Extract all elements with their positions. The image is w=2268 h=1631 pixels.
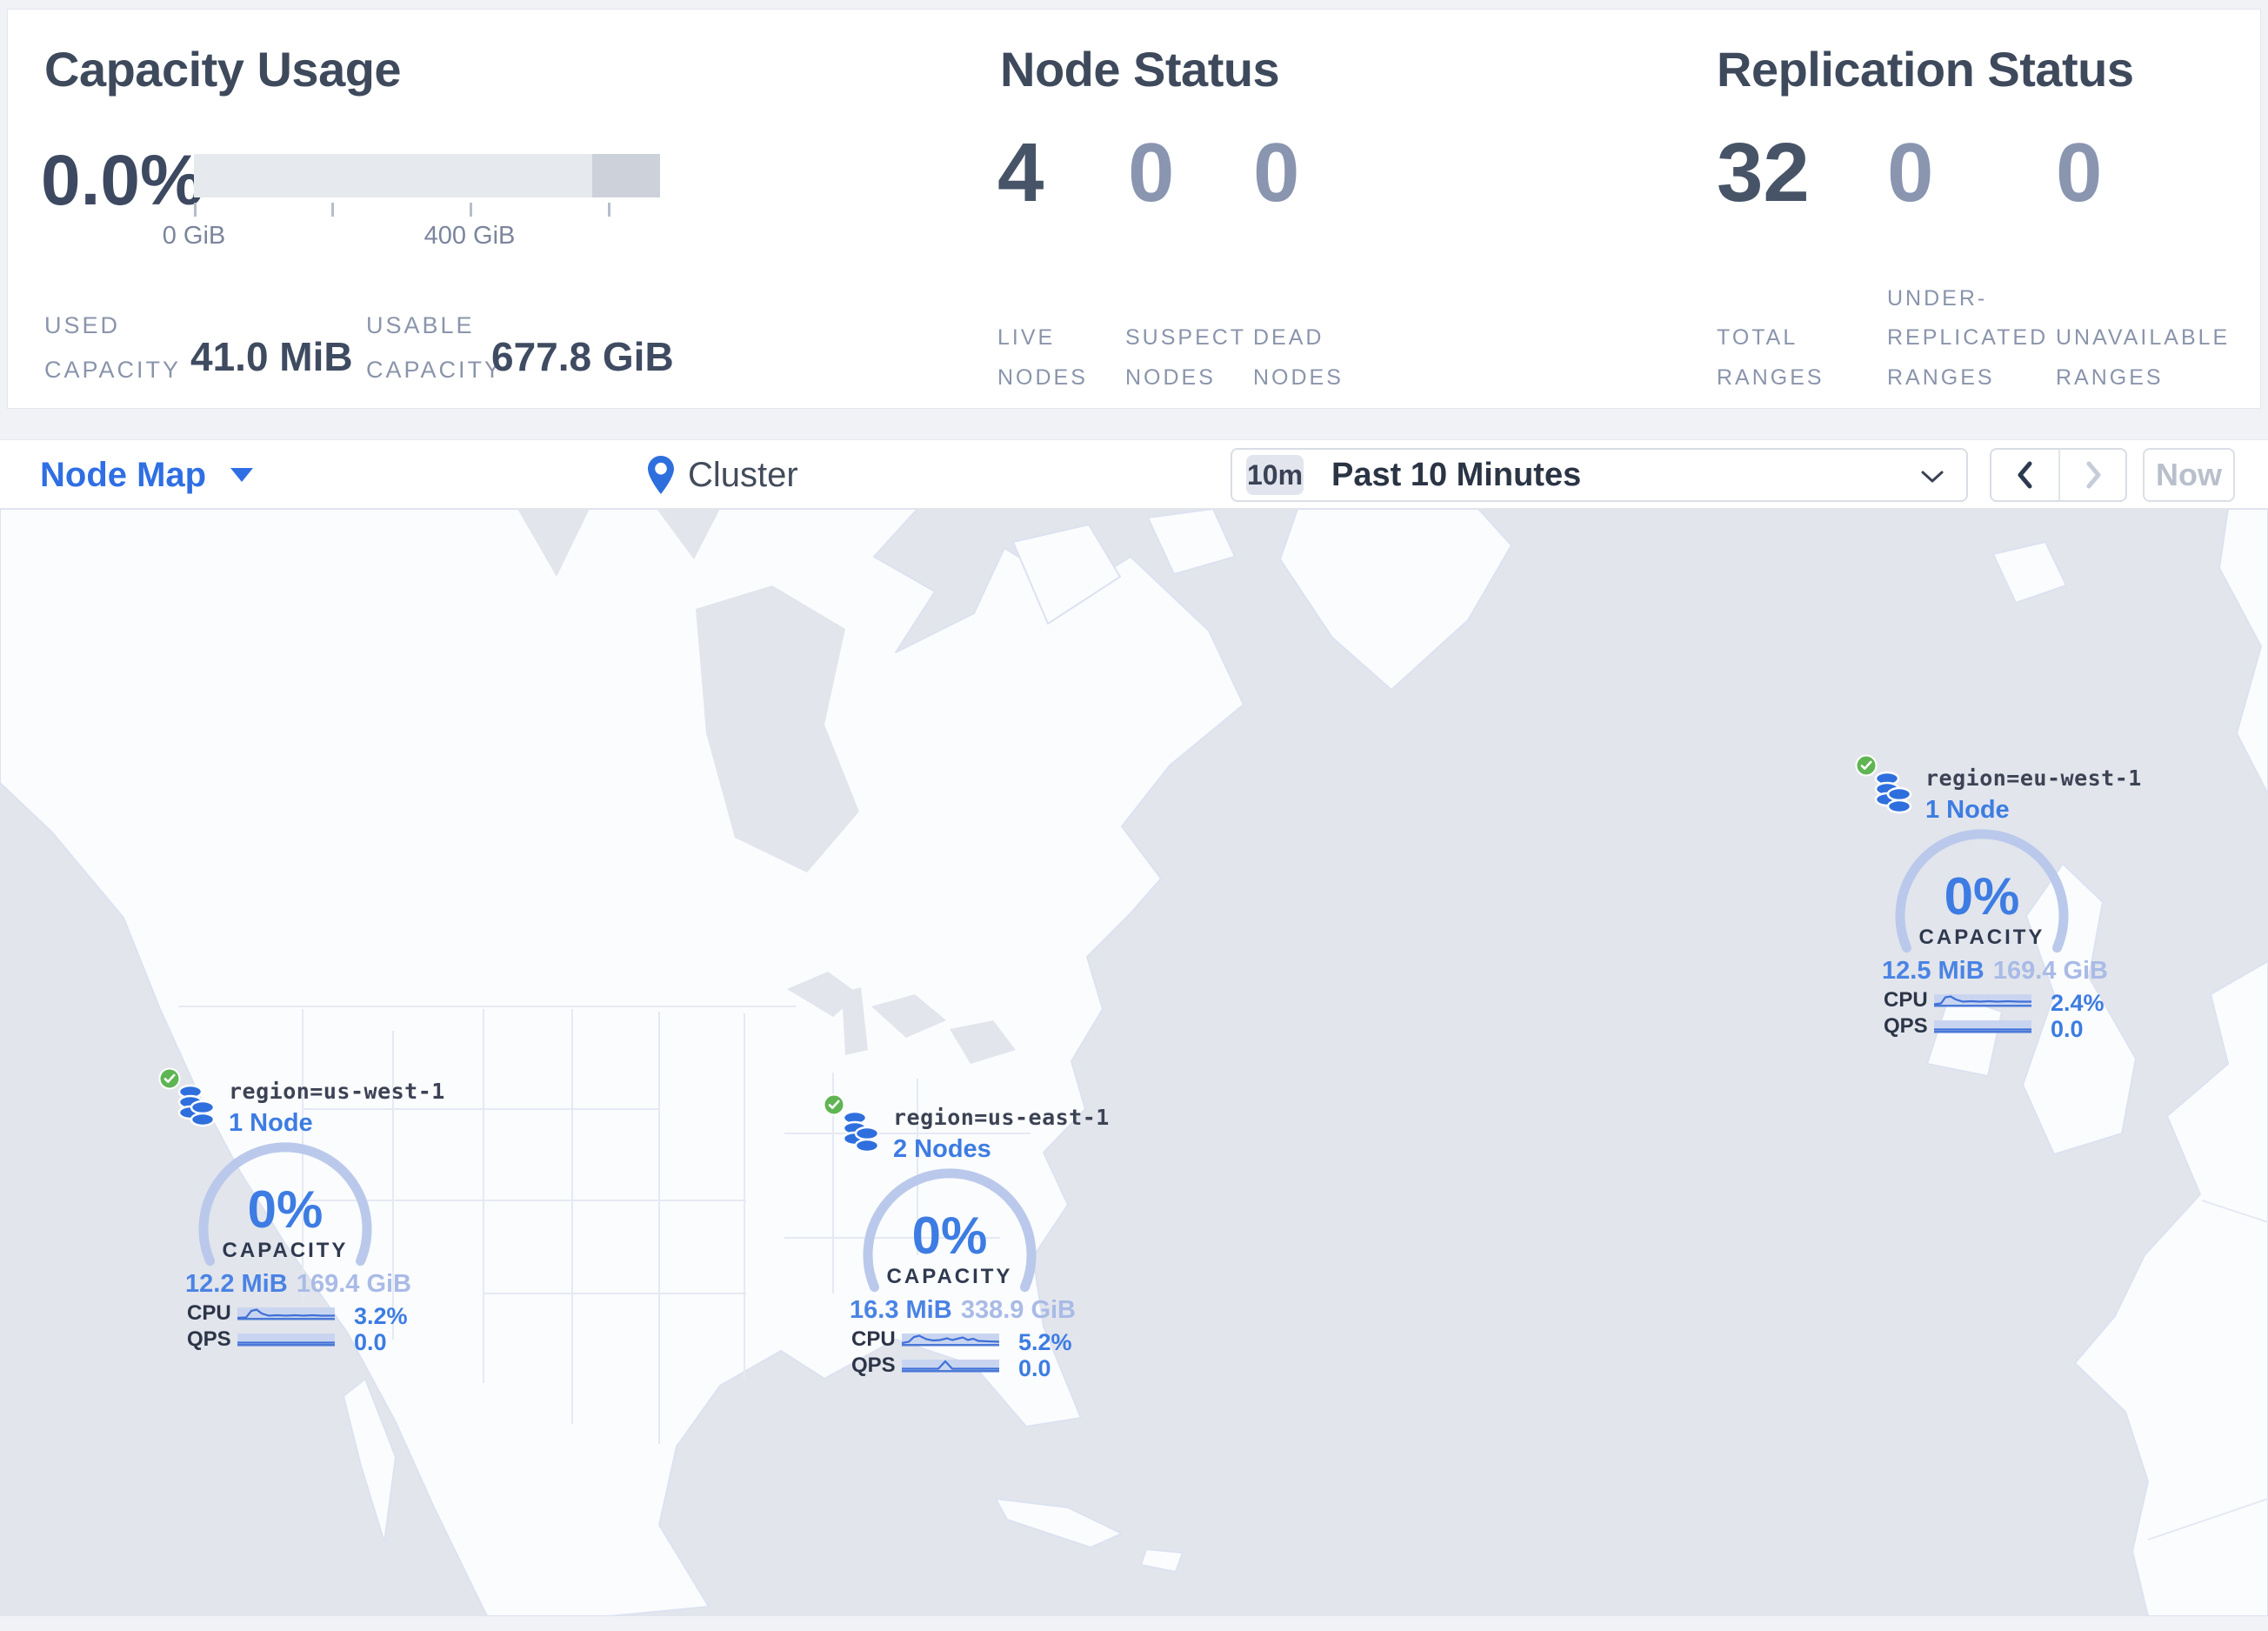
- capacity-axis-label-400: 400 GiB: [424, 222, 516, 250]
- capacity-usage-title: Capacity Usage: [44, 42, 402, 97]
- view-selector-label: Node Map: [40, 455, 207, 494]
- cpu-label: CPU: [851, 1327, 896, 1351]
- usable-capacity-value: 677.8 GiB: [491, 334, 674, 379]
- qps-row: QPS 0.0: [810, 1354, 1106, 1381]
- time-range-badge: 10m: [1246, 455, 1304, 495]
- breadcrumb[interactable]: Cluster: [648, 440, 798, 510]
- database-icon: [177, 1084, 216, 1127]
- replication-status-title: Replication Status: [1717, 42, 2134, 97]
- used-capacity-label: USED CAPACITY: [44, 312, 182, 384]
- chevron-right-icon: [2086, 461, 2100, 489]
- live-nodes-label: LIVE NODES: [997, 325, 1088, 390]
- time-forward-button[interactable]: [2058, 450, 2125, 500]
- capacity-axis-tick: [194, 203, 197, 217]
- world-map: [0, 509, 2268, 1616]
- time-back-button[interactable]: [1991, 450, 2058, 500]
- region-marker-us-east-1[interactable]: region=us-east-1 2 Nodes 0% CAPACITY 16.…: [810, 1090, 1109, 1386]
- capacity-total-value: 169.4 GiB: [1992, 957, 2108, 985]
- qps-row: QPS 0.0: [1843, 1014, 2138, 1042]
- time-range-label: Past 10 Minutes: [1331, 456, 1582, 493]
- capacity-label: CAPACITY: [1918, 926, 2045, 949]
- qps-value: 0.0: [2051, 1016, 2084, 1042]
- qps-row: QPS 0.0: [146, 1327, 442, 1355]
- under-replicated-count: 0: [1887, 126, 1934, 219]
- region-label: region=us-east-1: [893, 1105, 1110, 1130]
- unavailable-count: 0: [2056, 126, 2103, 219]
- capacity-used-value: 12.2 MiB: [185, 1270, 288, 1298]
- capacity-used-value: 16.3 MiB: [850, 1296, 952, 1324]
- chevron-down-icon: [1921, 471, 1944, 483]
- dead-nodes-count: 0: [1253, 126, 1300, 219]
- region-marker-us-west-1[interactable]: region=us-west-1 1 Node 0% CAPACITY 12.2…: [146, 1064, 445, 1360]
- capacity-total-value: 169.4 GiB: [296, 1270, 411, 1298]
- total-ranges-label: TOTAL RANGES: [1717, 325, 1824, 390]
- suspect-nodes-label: SUSPECT NODES: [1125, 325, 1246, 390]
- cpu-sparkline: [1934, 994, 2031, 1007]
- cpu-value: 3.2%: [354, 1303, 408, 1329]
- cpu-row: CPU 3.2%: [146, 1301, 442, 1329]
- database-icon: [1874, 771, 1912, 814]
- used-capacity-value: 41.0 MiB: [190, 334, 353, 379]
- cpu-row: CPU 5.2%: [810, 1327, 1106, 1355]
- time-range-dropdown[interactable]: 10m Past 10 Minutes: [1231, 448, 1968, 502]
- capacity-axis-tick: [608, 203, 610, 217]
- map-pin-icon: [648, 456, 674, 494]
- qps-sparkline: [237, 1334, 335, 1347]
- capacity-used-value: 12.5 MiB: [1882, 957, 1984, 985]
- chevron-left-icon: [2018, 461, 2031, 489]
- qps-sparkline: [1934, 1020, 2031, 1033]
- region-label: region=eu-west-1: [1925, 765, 2142, 791]
- region-marker-eu-west-1[interactable]: region=eu-west-1 1 Node 0% CAPACITY 12.5…: [1843, 751, 2141, 1046]
- qps-value: 0.0: [1018, 1355, 1051, 1381]
- suspect-nodes-count: 0: [1128, 126, 1175, 219]
- cpu-value: 2.4%: [2051, 990, 2105, 1016]
- capacity-percent: 0%: [911, 1207, 988, 1265]
- capacity-axis-tick: [331, 203, 334, 217]
- capacity-percent: 0%: [247, 1180, 324, 1239]
- under-replicated-label: UNDER-REPLICATED RANGES: [1887, 285, 2049, 390]
- capacity-label: CAPACITY: [222, 1239, 349, 1262]
- node-map[interactable]: region=us-west-1 1 Node 0% CAPACITY 12.2…: [0, 509, 2268, 1616]
- cpu-row: CPU 2.4%: [1843, 988, 2138, 1016]
- breadcrumb-label: Cluster: [688, 455, 798, 494]
- database-icon: [842, 1110, 880, 1153]
- chevron-down-icon: [230, 468, 254, 482]
- qps-label: QPS: [851, 1354, 896, 1377]
- dead-nodes-label: DEAD NODES: [1253, 325, 1344, 390]
- cluster-summary-panel: Capacity Usage 0.0% 0 GiB 400 GiB USED C…: [7, 9, 2261, 409]
- capacity-axis-tick: [470, 203, 472, 217]
- map-toolbar: Node Map Cluster 10m Past 10 Minutes Now: [0, 439, 2268, 509]
- capacity-bar: [194, 154, 660, 197]
- region-label: region=us-west-1: [229, 1079, 445, 1104]
- cpu-label: CPU: [187, 1301, 231, 1325]
- cpu-sparkline: [902, 1334, 999, 1347]
- qps-label: QPS: [187, 1327, 231, 1351]
- view-selector-dropdown[interactable]: Node Map: [40, 440, 254, 510]
- cpu-sparkline: [237, 1307, 335, 1320]
- now-button[interactable]: Now: [2143, 448, 2235, 502]
- qps-sparkline: [902, 1360, 999, 1373]
- capacity-percent: 0%: [1944, 867, 2020, 926]
- unavailable-label: UNAVAILABLE RANGES: [2056, 325, 2231, 390]
- qps-label: QPS: [1884, 1014, 1928, 1038]
- capacity-axis-label-0: 0 GiB: [162, 222, 226, 250]
- live-nodes-count: 4: [997, 126, 1044, 219]
- capacity-label: CAPACITY: [886, 1265, 1013, 1288]
- cpu-label: CPU: [1884, 988, 1928, 1012]
- node-status-title: Node Status: [1000, 42, 1280, 97]
- capacity-percent: 0.0%: [41, 141, 203, 220]
- time-nav-buttons: [1990, 448, 2127, 502]
- capacity-total-value: 338.9 GiB: [960, 1296, 1076, 1324]
- capacity-bar-used-segment: [592, 154, 660, 197]
- total-ranges-count: 32: [1717, 126, 1810, 219]
- qps-value: 0.0: [354, 1329, 387, 1355]
- cpu-value: 5.2%: [1018, 1329, 1072, 1355]
